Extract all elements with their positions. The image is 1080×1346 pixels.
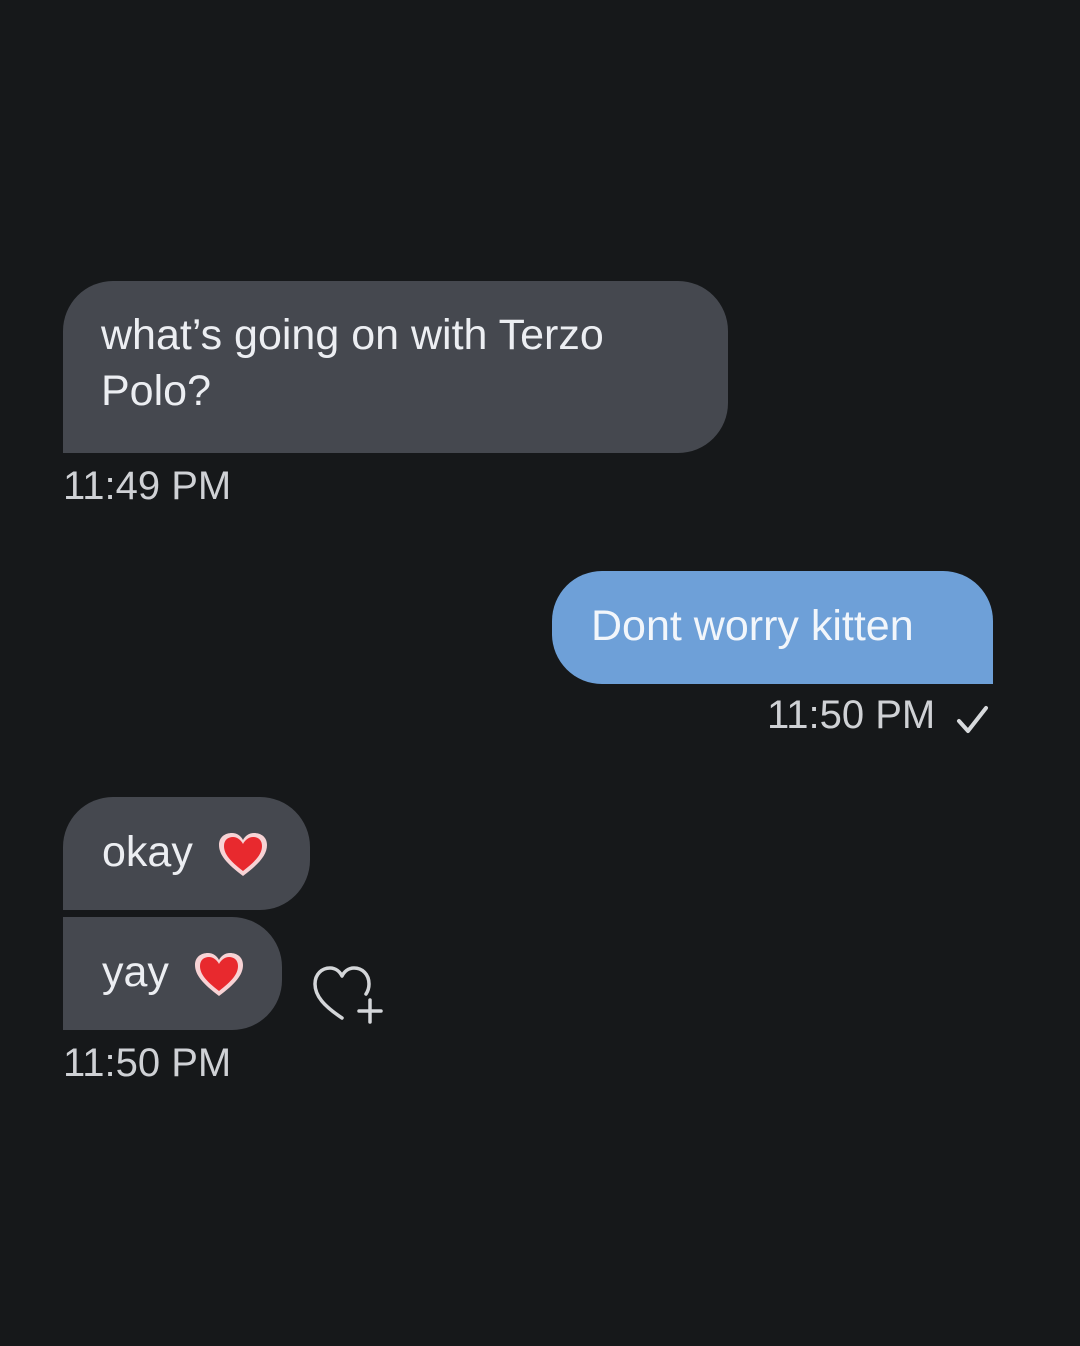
incoming-message-bubble[interactable]: okay (63, 797, 310, 910)
message-text: okay (102, 828, 193, 876)
outgoing-message-bubble[interactable]: Dont worry kitten (552, 571, 993, 684)
incoming-message-bubble[interactable]: what’s going on with Terzo Polo? (63, 281, 728, 453)
add-reaction-heart-icon[interactable] (310, 962, 384, 1026)
red-heart-icon (193, 951, 245, 999)
red-heart-icon (217, 831, 269, 879)
single-check-icon (957, 706, 988, 733)
message-text: yay (102, 948, 169, 996)
incoming-message-bubble[interactable]: yay (63, 917, 282, 1030)
message-text: Dont worry kitten (591, 602, 914, 650)
message-text: what’s going on with Terzo Polo? (101, 311, 604, 415)
message-timestamp: 11:50 PM (767, 693, 936, 737)
message-timestamp: 11:50 PM (63, 1041, 232, 1085)
message-timestamp: 11:49 PM (63, 464, 232, 508)
